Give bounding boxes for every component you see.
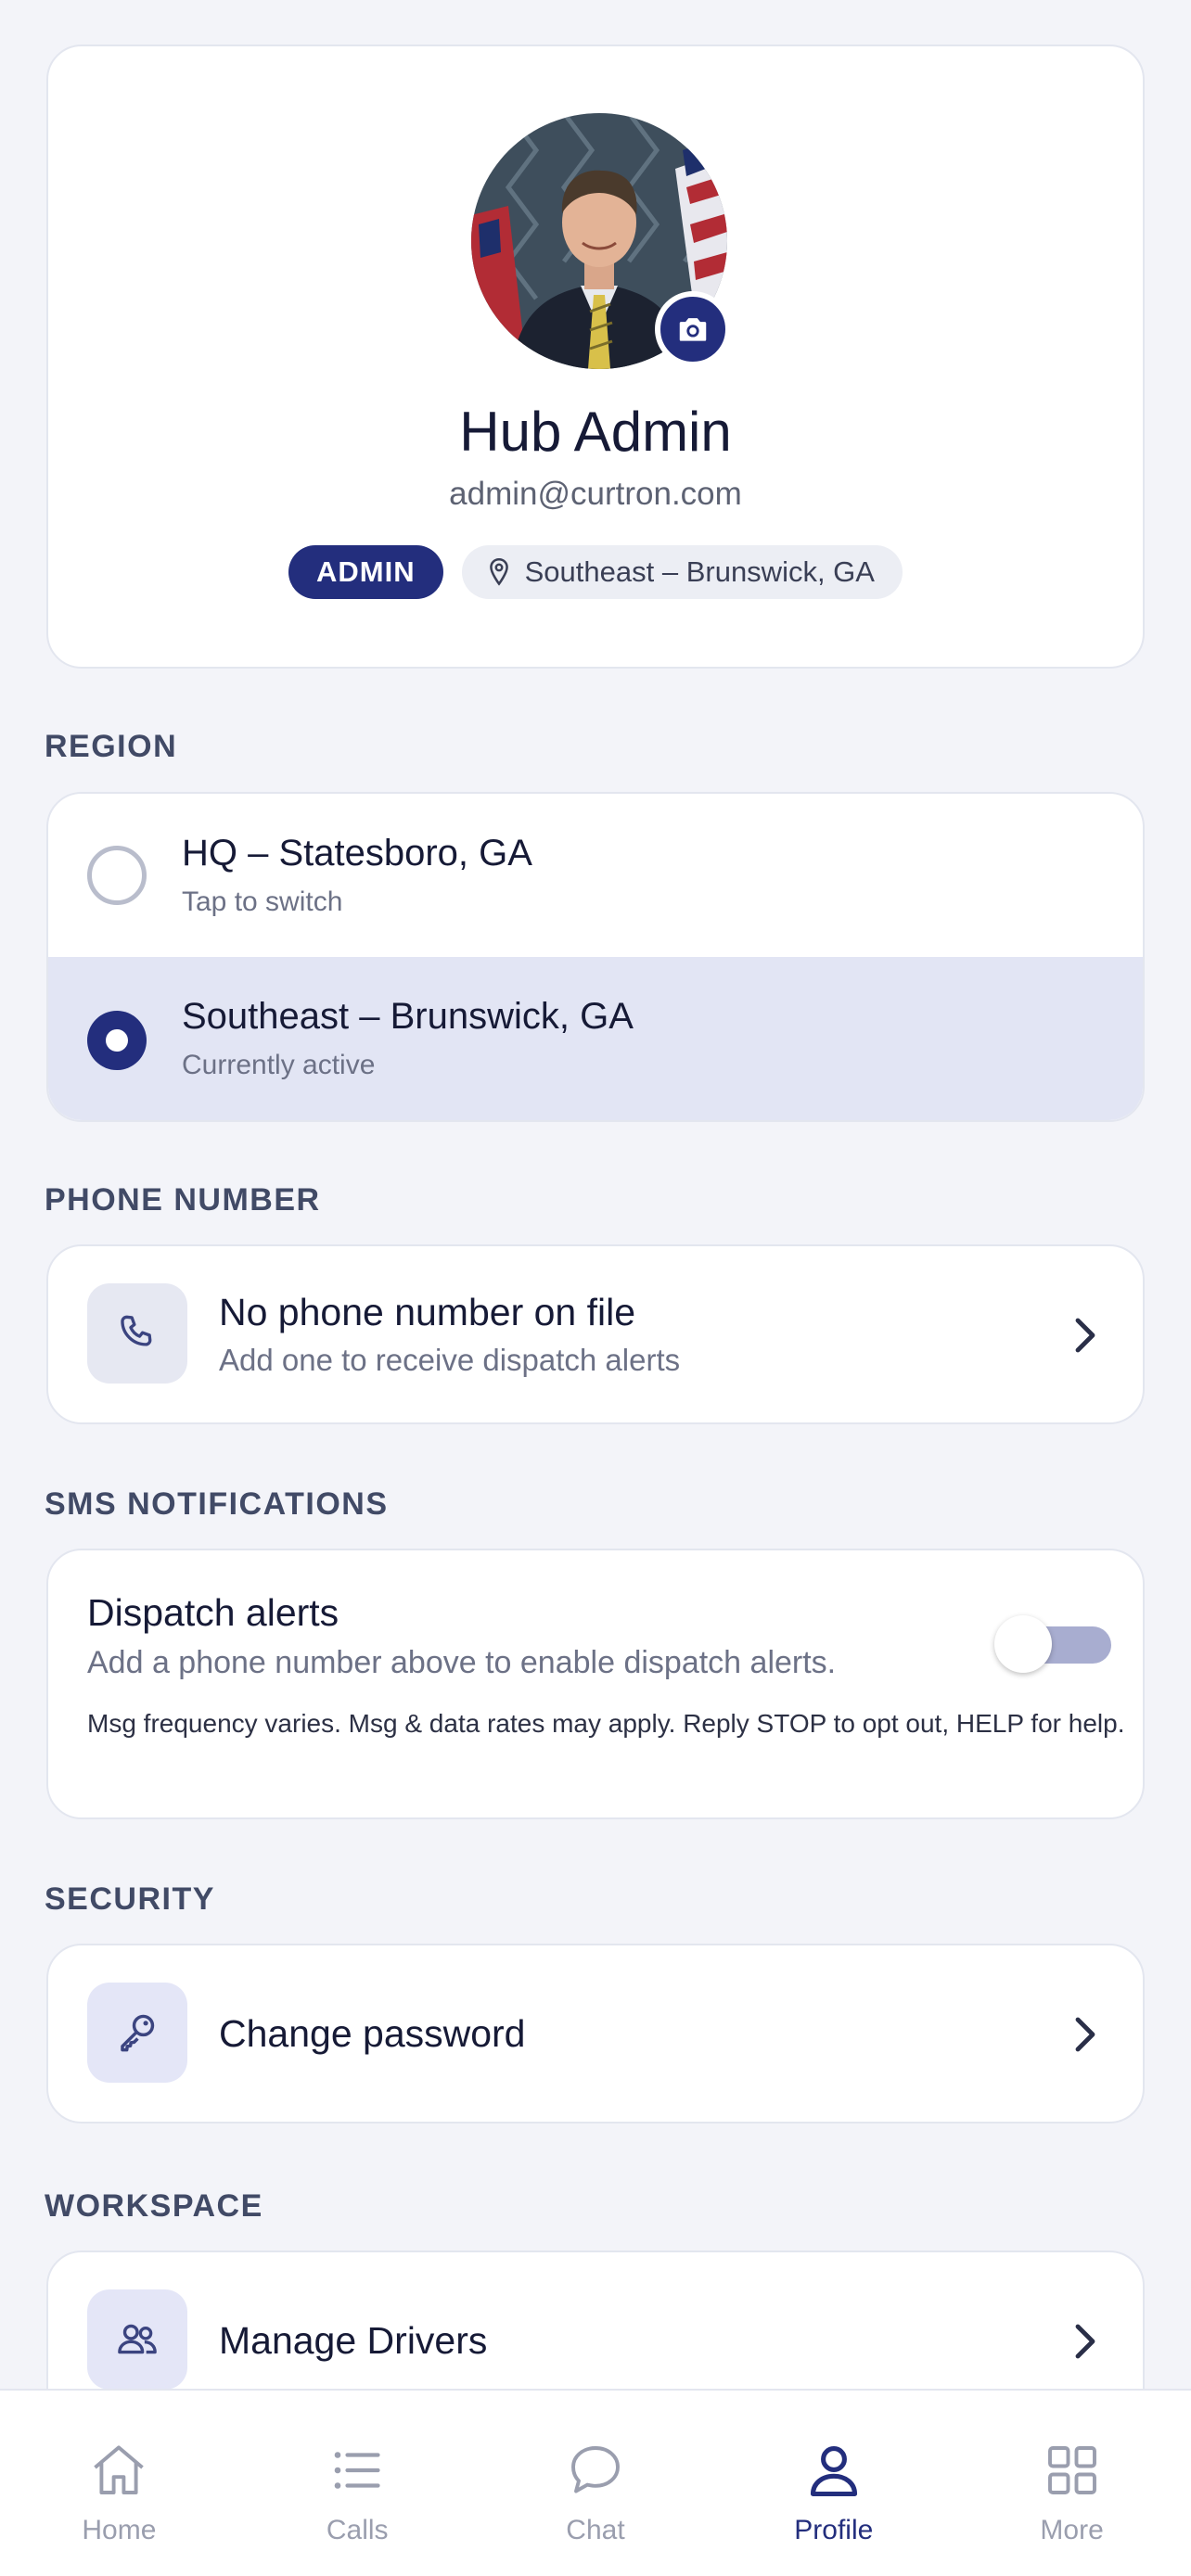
tab-label: Profile <box>794 2515 874 2545</box>
region-option-sub: Tap to switch <box>182 886 343 917</box>
tab-label: Home <box>82 2515 157 2545</box>
change-photo-button[interactable] <box>655 291 731 367</box>
chevron-right-icon <box>1075 1318 1095 1353</box>
dispatch-alerts-title: Dispatch alerts <box>87 1591 339 1634</box>
region-option-label: Southeast – Brunswick, GA <box>182 996 634 1037</box>
camera-icon <box>679 318 707 341</box>
tab-calls[interactable]: Calls <box>238 2391 477 2576</box>
change-password-row[interactable]: Change password <box>46 1944 1145 2123</box>
users-icon-tile <box>87 2289 187 2390</box>
location-badge-label: Southeast – Brunswick, GA <box>524 555 875 588</box>
region-option-sub: Currently active <box>182 1050 376 1080</box>
dispatch-alerts-toggle[interactable] <box>994 1612 1111 1673</box>
profile-screen: Hub Admin admin@curtron.com ADMIN Southe… <box>0 0 1191 2576</box>
phone-icon-tile <box>87 1283 187 1384</box>
location-badge: Southeast – Brunswick, GA <box>461 545 903 599</box>
grid-icon <box>1047 2446 1096 2494</box>
toggle-knob <box>994 1615 1052 1673</box>
phone-section-title: PHONE NUMBER <box>45 1182 321 1218</box>
tab-label: Calls <box>326 2515 389 2545</box>
region-section-title: REGION <box>45 729 178 764</box>
bottom-tab-bar: Home Calls Chat Profile More <box>0 2389 1191 2576</box>
home-icon <box>94 2445 145 2494</box>
role-badge: ADMIN <box>288 545 443 599</box>
phone-title: No phone number on file <box>219 1291 636 1333</box>
manage-drivers-label: Manage Drivers <box>219 2319 488 2362</box>
user-icon <box>810 2446 857 2497</box>
tab-chat[interactable]: Chat <box>477 2391 715 2576</box>
tab-label: More <box>1040 2515 1104 2545</box>
profile-name: Hub Admin <box>459 401 732 463</box>
workspace-section-title: WORKSPACE <box>45 2188 263 2224</box>
phone-subtitle: Add one to receive dispatch alerts <box>219 1343 681 1377</box>
sms-card: Dispatch alerts Add a phone number above… <box>46 1549 1145 1819</box>
radio-selected[interactable] <box>87 1011 147 1070</box>
phone-number-row[interactable]: No phone number on file Add one to recei… <box>46 1244 1145 1424</box>
tab-home[interactable]: Home <box>0 2391 238 2576</box>
tab-more[interactable]: More <box>953 2391 1191 2576</box>
region-card: HQ – Statesboro, GA Tap to switch Southe… <box>46 792 1145 1122</box>
region-option-southeast[interactable]: Southeast – Brunswick, GA Currently acti… <box>48 957 1143 1120</box>
profile-badges: ADMIN Southeast – Brunswick, GA <box>48 545 1143 599</box>
sms-fine-print: Msg frequency varies. Msg & data rates m… <box>87 1709 1125 1738</box>
phone-icon <box>121 1315 152 1346</box>
profile-card: Hub Admin admin@curtron.com ADMIN Southe… <box>46 45 1145 669</box>
chevron-right-icon <box>1075 2017 1095 2052</box>
avatar-wrap[interactable] <box>471 113 731 369</box>
tab-label: Chat <box>566 2515 625 2545</box>
key-icon-tile <box>87 1983 187 2083</box>
chat-icon <box>571 2446 620 2493</box>
radio-unselected[interactable] <box>87 846 147 905</box>
region-option-hq[interactable]: HQ – Statesboro, GA Tap to switch <box>48 794 1143 957</box>
key-icon <box>121 2014 155 2052</box>
users-icon <box>118 2324 157 2354</box>
list-icon <box>334 2452 380 2489</box>
map-pin-icon <box>489 558 508 586</box>
change-password-label: Change password <box>219 2012 526 2055</box>
sms-section-title: SMS NOTIFICATIONS <box>45 1486 389 1522</box>
tab-profile[interactable]: Profile <box>714 2391 953 2576</box>
chevron-right-icon <box>1075 2324 1095 2359</box>
region-option-label: HQ – Statesboro, GA <box>182 833 532 874</box>
dispatch-alerts-subtitle: Add a phone number above to enable dispa… <box>87 1645 837 1680</box>
security-section-title: SECURITY <box>45 1881 215 1917</box>
profile-email: admin@curtron.com <box>449 476 742 512</box>
